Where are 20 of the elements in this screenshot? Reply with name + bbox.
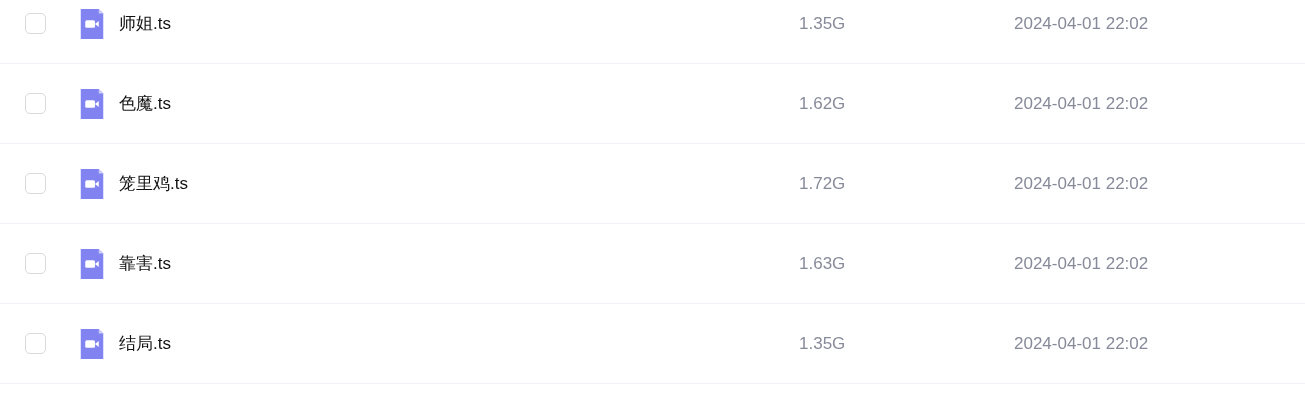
file-size: 1.62G xyxy=(799,93,847,114)
modified-date: 2024-04-01 22:02 xyxy=(1014,333,1149,354)
file-size: 1.35G xyxy=(799,333,847,354)
checkbox[interactable] xyxy=(25,93,46,114)
file-name[interactable]: 靠害.ts xyxy=(119,252,799,275)
modified-date: 2024-04-01 22:02 xyxy=(1014,173,1149,194)
file-size: 1.35G xyxy=(799,13,847,34)
file-size: 1.63G xyxy=(799,253,847,274)
file-name[interactable]: 结局.ts xyxy=(119,332,799,355)
modified-date: 2024-04-01 22:02 xyxy=(1014,93,1149,114)
file-name[interactable]: 师姐.ts xyxy=(119,12,799,35)
file-name[interactable]: 色魔.ts xyxy=(119,92,799,115)
checkbox[interactable] xyxy=(25,13,46,34)
checkbox[interactable] xyxy=(25,173,46,194)
file-name[interactable]: 笼里鸡.ts xyxy=(119,172,799,195)
modified-date: 2024-04-01 22:02 xyxy=(1014,13,1149,34)
checkbox[interactable] xyxy=(25,253,46,274)
checkbox[interactable] xyxy=(25,333,46,354)
file-size: 1.72G xyxy=(799,173,847,194)
modified-date: 2024-04-01 22:02 xyxy=(1014,253,1149,274)
